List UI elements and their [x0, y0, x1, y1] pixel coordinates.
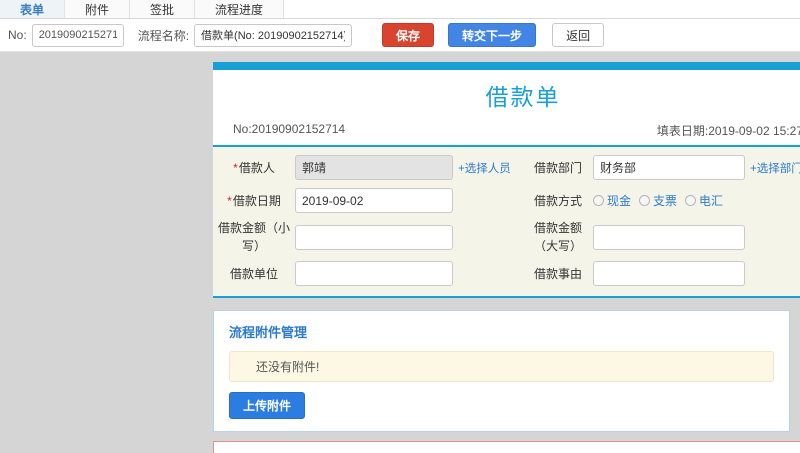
page-title: 借款单 — [485, 84, 561, 110]
attachment-section-title: 流程附件管理 — [229, 325, 308, 340]
department-input[interactable] — [593, 155, 745, 180]
loan-date-label: *借款日期 — [227, 193, 281, 208]
field-loan-method: 借款方式 现金 支票 电汇 — [523, 184, 800, 217]
flow-name-label: 流程名称: — [137, 28, 190, 43]
loan-unit-label: 借款单位 — [229, 266, 278, 281]
radio-icon — [593, 195, 604, 206]
flow-name-input[interactable] — [194, 23, 353, 47]
loan-form-panel: 借款单 No:20190902152714 填表日期:2019-09-02 15… — [213, 62, 800, 298]
field-amount-lowercase: 借款金额（小写） — [213, 217, 523, 257]
loan-method-radio-group: 现金 支票 电汇 — [593, 192, 800, 209]
field-borrower: *借款人 +选择人员 — [213, 151, 523, 184]
amount-lowercase-label: 借款金额（小写） — [217, 221, 290, 253]
doc-header: 借款单 No:20190902152714 填表日期:2019-09-02 15… — [213, 70, 800, 145]
tab-form[interactable]: 表单 — [0, 0, 66, 18]
radio-wire-label: 电汇 — [699, 194, 724, 208]
loan-date-input[interactable] — [295, 188, 453, 213]
field-loan-reason: 借款事由 — [523, 257, 800, 290]
approval-panel: 流程签批意见 B I abc — [213, 441, 800, 453]
radio-wire[interactable]: 电汇 — [685, 192, 723, 209]
doc-fill-date: 填表日期:2019-09-02 15:27:1 — [656, 124, 800, 138]
tab-bar: 表单 附件 签批 流程进度 — [0, 0, 800, 19]
forward-next-step-button[interactable]: 转交下一步 — [448, 23, 537, 47]
loan-reason-label: 借款事由 — [533, 266, 582, 281]
tab-form-label: 表单 — [20, 2, 45, 17]
tab-attachment-label: 附件 — [85, 2, 110, 17]
field-department: 借款部门 +选择部门 — [523, 151, 800, 184]
page-content: 借款单 No:20190902152714 填表日期:2019-09-02 15… — [0, 52, 800, 453]
field-amount-uppercase: 借款金额（大写） — [523, 217, 800, 257]
required-mark: * — [233, 160, 238, 175]
amount-uppercase-label: 借款金额（大写） — [533, 221, 582, 253]
radio-cash[interactable]: 现金 — [593, 192, 631, 209]
no-input[interactable] — [31, 23, 124, 47]
loan-reason-input[interactable] — [593, 261, 745, 286]
divider — [213, 296, 800, 298]
amount-uppercase-input[interactable] — [593, 224, 745, 250]
radio-cash-label: 现金 — [607, 194, 632, 208]
back-button[interactable]: 返回 — [552, 23, 605, 47]
loan-form-grid: *借款人 +选择人员 借款部门 +选择部门 *借款日期 借款方式 现金 — [213, 147, 800, 296]
save-button[interactable]: 保存 — [382, 23, 435, 47]
tab-approval[interactable]: 签批 — [130, 0, 196, 18]
radio-cheque[interactable]: 支票 — [639, 192, 677, 209]
loan-unit-input[interactable] — [295, 261, 453, 286]
required-mark: * — [227, 193, 232, 208]
select-person-link[interactable]: +选择人员 — [458, 163, 511, 175]
tab-attachment[interactable]: 附件 — [65, 0, 131, 18]
department-label: 借款部门 — [533, 160, 582, 175]
tab-progress[interactable]: 流程进度 — [195, 0, 285, 18]
select-department-link[interactable]: +选择部门 — [750, 163, 800, 175]
panel-accent-bar — [213, 62, 800, 70]
tab-approval-label: 签批 — [150, 2, 175, 17]
radio-icon — [639, 195, 651, 206]
upload-attachment-button[interactable]: 上传附件 — [229, 392, 306, 419]
radio-icon — [685, 195, 697, 206]
action-toolbar: No: 流程名称: 保存 转交下一步 返回 — [0, 19, 800, 52]
attachment-panel: 流程附件管理 还没有附件! 上传附件 — [213, 310, 790, 432]
loan-method-label: 借款方式 — [533, 193, 582, 208]
tab-progress-label: 流程进度 — [215, 2, 264, 17]
amount-lowercase-input[interactable] — [295, 224, 453, 250]
no-label: No: — [8, 28, 27, 42]
radio-cheque-label: 支票 — [653, 194, 678, 208]
no-attachment-alert: 还没有附件! — [229, 351, 774, 382]
doc-number: No:20190902152714 — [233, 122, 346, 136]
borrower-label: *借款人 — [233, 160, 275, 175]
borrower-input[interactable] — [295, 155, 453, 180]
field-loan-unit: 借款单位 — [213, 257, 523, 290]
field-loan-date: *借款日期 — [213, 184, 523, 217]
